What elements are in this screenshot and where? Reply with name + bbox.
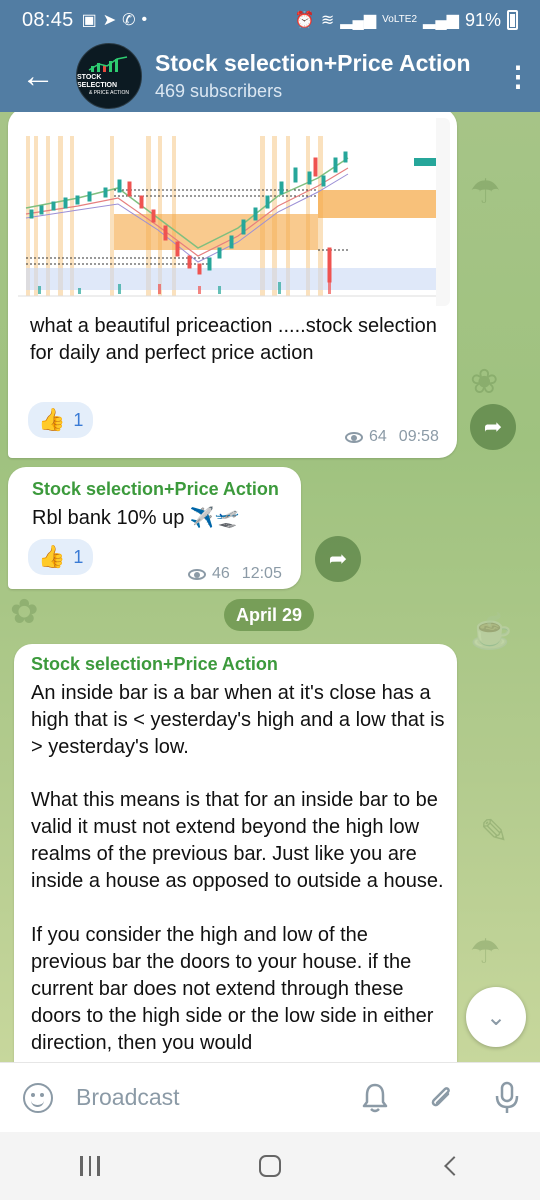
home-icon xyxy=(259,1155,281,1177)
reaction-count: 1 xyxy=(73,546,84,567)
paperclip-icon xyxy=(431,1086,450,1106)
recent-apps-icon xyxy=(80,1156,100,1176)
notification-toggle-button[interactable] xyxy=(342,1063,408,1133)
doodle-icon: ❀ xyxy=(470,363,499,401)
wifi-icon: ≋ xyxy=(320,12,335,29)
forward-arrow-icon: ➦ xyxy=(328,546,348,571)
sender-name: Stock selection+Price Action xyxy=(31,654,278,674)
channel-avatar[interactable]: STOCK SELECTION & PRICE ACTION xyxy=(76,43,142,109)
telegram-icon: ➤ xyxy=(102,12,117,29)
reaction-chip[interactable]: 👍 1 xyxy=(28,402,94,438)
view-count: 64 xyxy=(369,428,387,445)
doodle-icon: ✿ xyxy=(10,593,39,631)
attach-button[interactable] xyxy=(408,1063,474,1133)
avatar-subtitle: & PRICE ACTION xyxy=(88,89,129,96)
views-eye-icon xyxy=(345,431,363,443)
avatar-title: STOCK SELECTION xyxy=(77,73,118,89)
gallery-icon: ▣ xyxy=(81,12,97,29)
back-arrow-icon: ← xyxy=(21,56,55,95)
message-text: what a beautiful priceaction .....stock … xyxy=(30,315,437,364)
doodle-icon: ☕ xyxy=(470,613,513,651)
recent-apps-button[interactable] xyxy=(40,1132,140,1200)
chat-area[interactable]: ☂ ❀ ✿ ☕ ✎ ☂ what a beautiful priceaction… xyxy=(0,112,540,1062)
status-right: ⏰ ≋ ▂▄▆ VoLTE2 ▂▄▆ 91% xyxy=(295,10,518,31)
bell-icon xyxy=(362,1083,388,1112)
message-meta: 46 12:05 xyxy=(188,565,282,583)
scroll-down-button[interactable]: ⌄ xyxy=(466,987,526,1047)
emoji-icon xyxy=(23,1082,53,1113)
microphone-icon xyxy=(495,1081,519,1113)
back-button[interactable]: ← xyxy=(0,40,76,112)
message-meta: 64 09:58 xyxy=(345,428,439,446)
subscriber-count: 469 subscribers xyxy=(155,81,283,101)
status-bar: 08:45 ▣ ➤ ✆ • ⏰ ≋ ▂▄▆ VoLTE2 ▂▄▆ 91% xyxy=(0,0,540,40)
dot-icon: • xyxy=(141,11,148,28)
sender-name: Stock selection+Price Action xyxy=(32,479,279,499)
system-back-button[interactable] xyxy=(400,1132,500,1200)
message-bubble[interactable]: Stock selection+Price Action An inside b… xyxy=(14,644,457,1062)
message-bubble[interactable]: Stock selection+Price Action Rbl bank 10… xyxy=(8,467,301,589)
date-separator: April 29 xyxy=(224,599,315,631)
system-nav-bar xyxy=(0,1132,540,1200)
avatar-chart-icon xyxy=(88,55,128,72)
more-menu-button[interactable]: ⋮ xyxy=(496,40,540,112)
message-bubble[interactable]: what a beautiful priceaction .....stock … xyxy=(8,112,457,458)
broadcast-input-bar: Broadcast xyxy=(0,1062,540,1132)
message-paragraph: If you consider the high and low of the … xyxy=(31,924,434,1054)
emoji-button[interactable] xyxy=(0,1063,76,1133)
doodle-icon: ☂ xyxy=(470,173,501,211)
doodle-icon: ✎ xyxy=(480,813,509,851)
price-chart-graphic xyxy=(18,118,450,306)
signal-2-icon: ▂▄▆ xyxy=(423,12,459,29)
chevron-down-icon: ⌄ xyxy=(485,1003,507,1031)
message-paragraph: An inside bar is a bar when at it's clos… xyxy=(31,682,445,758)
reaction-chip[interactable]: 👍 1 xyxy=(28,539,94,575)
notification-icons: ▣ ➤ ✆ • xyxy=(82,10,148,30)
microphone-button[interactable] xyxy=(474,1063,540,1133)
thumbs-up-icon: 👍 xyxy=(38,544,66,569)
alarm-icon: ⏰ xyxy=(294,12,315,29)
doodle-icon: ☂ xyxy=(470,933,501,971)
forward-button[interactable]: ➦ xyxy=(315,536,361,582)
forward-arrow-icon: ➦ xyxy=(483,414,503,439)
channel-title: Stock selection+Price Action xyxy=(155,50,471,76)
whatsapp-icon: ✆ xyxy=(122,12,136,29)
view-count: 46 xyxy=(212,565,230,582)
signal-icon: ▂▄▆ xyxy=(340,12,377,29)
status-time: 08:45 xyxy=(22,8,74,31)
app-header: ← STOCK SELECTION & PRICE ACTION Stock s… xyxy=(0,40,540,112)
broadcast-input[interactable]: Broadcast xyxy=(76,1084,342,1111)
reaction-count: 1 xyxy=(73,409,84,430)
message-time: 12:05 xyxy=(241,565,282,582)
header-text[interactable]: Stock selection+Price Action 469 subscri… xyxy=(155,50,496,102)
network-label: VoLTE2 xyxy=(382,14,418,25)
battery-percent: 91% xyxy=(464,9,501,30)
message-text: Rbl bank 10% up ✈️🛫 xyxy=(32,507,240,529)
chart-screenshot-image[interactable] xyxy=(18,118,450,306)
home-button[interactable] xyxy=(220,1132,320,1200)
more-vert-icon: ⋮ xyxy=(504,60,532,92)
forward-button[interactable]: ➦ xyxy=(470,404,516,450)
thumbs-up-icon: 👍 xyxy=(38,407,66,432)
views-eye-icon xyxy=(188,568,206,580)
battery-icon xyxy=(507,10,518,30)
message-paragraph: What this means is that for an inside ba… xyxy=(31,789,444,892)
message-time: 09:58 xyxy=(398,428,439,445)
back-chevron-icon xyxy=(444,1156,464,1176)
